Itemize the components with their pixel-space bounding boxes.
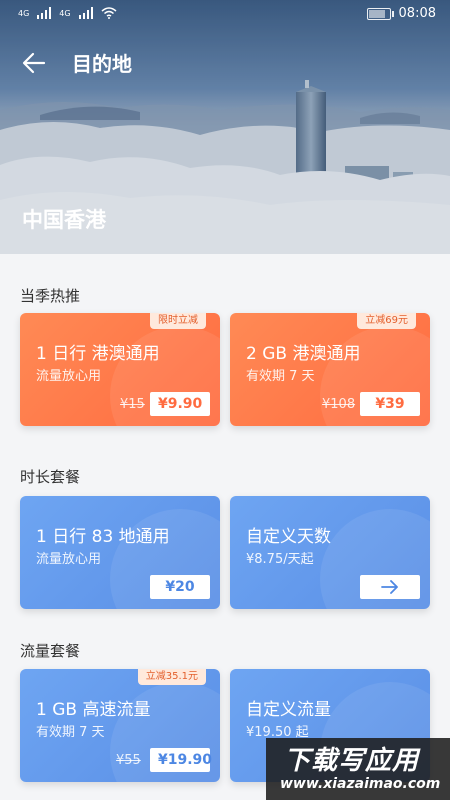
package-name: 自定义天数: [246, 527, 331, 547]
site-watermark: 下载写应用 www.xiazaimao.com: [266, 738, 450, 800]
original-price: ¥108: [322, 397, 356, 412]
hero-banner: 4G 4G 08:08 目的地 中国香港: [0, 0, 450, 254]
package-subtitle: 有效期 7 天: [36, 725, 105, 740]
package-card-hot-1[interactable]: 限时立减 1 日行 港澳通用 流量放心用 ¥15 ¥9.90: [20, 313, 220, 426]
promo-tag: 限时立减: [150, 313, 206, 329]
package-subtitle: 流量放心用: [36, 552, 102, 567]
signal-icon: [37, 7, 52, 19]
package-card-duration-2[interactable]: 自定义天数 ¥8.75/天起: [230, 496, 430, 609]
signal-label-1: 4G: [18, 8, 30, 18]
signal-icon-2: [78, 7, 93, 19]
watermark-url: www.xiazaimao.com: [280, 776, 441, 792]
package-card-data-1[interactable]: 立减35.1元 1 GB 高速流量 有效期 7 天 ¥55 ¥19.90: [20, 669, 220, 782]
promo-tag: 立减35.1元: [137, 669, 206, 685]
package-name: 1 GB 高速流量: [36, 700, 151, 720]
price-button[interactable]: ¥39: [360, 392, 420, 416]
back-arrow-icon[interactable]: [20, 48, 50, 78]
battery-icon: [366, 7, 394, 20]
top-navigation: 目的地: [0, 42, 450, 82]
promo-tag: 立减69元: [357, 313, 416, 329]
section-title-data: 流量套餐: [20, 642, 81, 660]
wifi-icon: [101, 7, 117, 19]
page-title: 目的地: [72, 52, 132, 76]
price-button[interactable]: ¥9.90: [150, 392, 210, 416]
signal-label-2: 4G: [59, 8, 71, 18]
arrow-right-icon: [381, 580, 398, 594]
package-subtitle: 有效期 7 天: [246, 369, 315, 384]
price-button[interactable]: ¥19.90: [150, 748, 212, 772]
go-button[interactable]: [360, 575, 420, 599]
original-price: ¥15: [120, 397, 145, 412]
price-button[interactable]: ¥20: [150, 575, 210, 599]
package-name: 1 日行 港澳通用: [36, 344, 160, 364]
clock: 08:08: [398, 6, 436, 21]
section-title-duration: 时长套餐: [20, 468, 81, 486]
section-title-hot: 当季热推: [20, 287, 81, 305]
package-name: 自定义流量: [246, 700, 331, 720]
original-price: ¥55: [116, 753, 141, 768]
package-name: 2 GB 港澳通用: [246, 344, 361, 364]
watermark-title: 下载写应用: [284, 746, 420, 776]
destination-name: 中国香港: [22, 208, 106, 232]
status-bar: 4G 4G 08:08: [0, 0, 450, 30]
package-subtitle: 流量放心用: [36, 369, 102, 384]
package-subtitle: ¥8.75/天起: [246, 552, 314, 567]
package-name: 1 日行 83 地通用: [36, 527, 170, 547]
package-card-duration-1[interactable]: 1 日行 83 地通用 流量放心用 ¥20: [20, 496, 220, 609]
package-card-hot-2[interactable]: 立减69元 2 GB 港澳通用 有效期 7 天 ¥108 ¥39: [230, 313, 430, 426]
